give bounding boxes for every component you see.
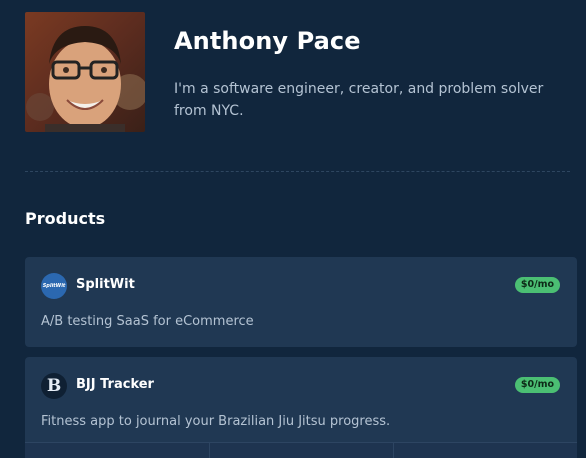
profile-header: Anthony Pace I'm a software engineer, cr… xyxy=(25,12,570,132)
splitwit-logo-icon: SplitWit xyxy=(41,273,67,299)
footer-divider xyxy=(393,443,394,458)
bjj-tracker-logo-icon: B xyxy=(41,373,67,399)
avatar-photo xyxy=(25,12,145,132)
product-card-bjj-tracker[interactable]: B BJJ Tracker $0/mo Fitness app to journ… xyxy=(25,357,577,458)
section-divider xyxy=(25,171,570,172)
footer-divider xyxy=(209,443,210,458)
products-heading: Products xyxy=(25,209,106,228)
product-name[interactable]: BJJ Tracker xyxy=(76,377,154,392)
card-footer xyxy=(25,442,577,458)
product-description: A/B testing SaaS for eCommerce xyxy=(41,314,254,329)
product-name[interactable]: SplitWit xyxy=(76,277,135,292)
product-card-splitwit[interactable]: SplitWit SplitWit $0/mo A/B testing SaaS… xyxy=(25,257,577,347)
price-badge: $0/mo xyxy=(514,277,560,293)
product-description: Fitness app to journal your Brazilian Ji… xyxy=(41,414,391,429)
avatar xyxy=(25,12,145,132)
profile-name: Anthony Pace xyxy=(174,27,361,55)
profile-bio: I'm a software engineer, creator, and pr… xyxy=(174,81,544,119)
price-badge: $0/mo xyxy=(514,377,560,393)
